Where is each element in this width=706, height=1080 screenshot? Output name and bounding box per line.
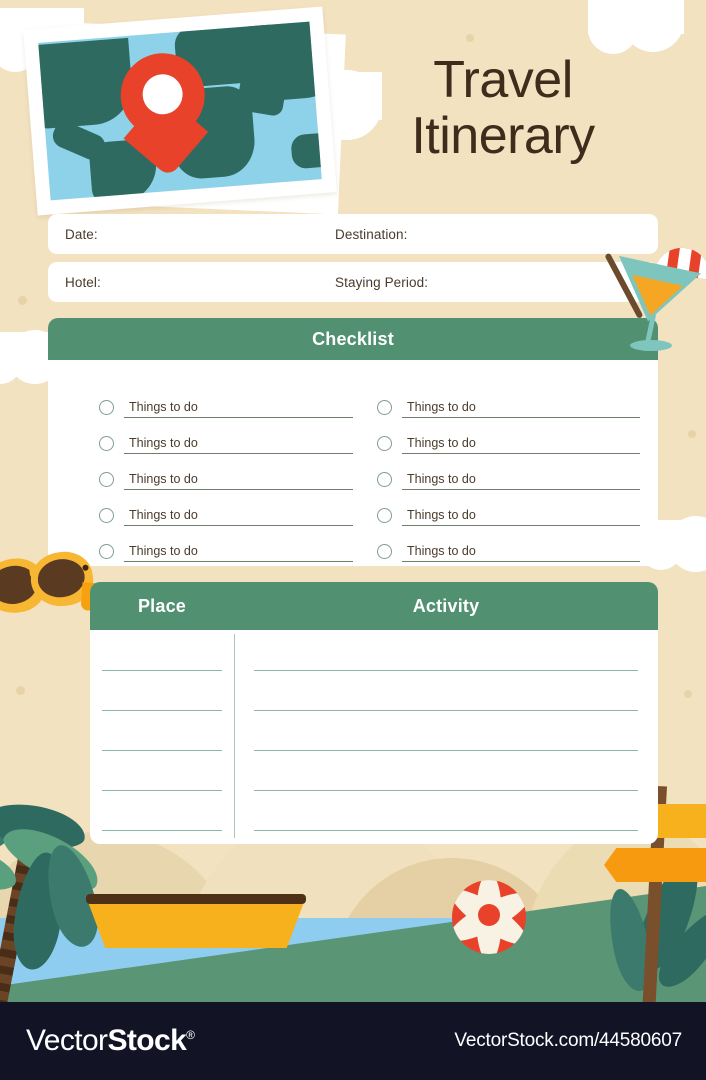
continent-middle-east bbox=[235, 69, 288, 118]
checkbox-icon[interactable] bbox=[377, 436, 392, 451]
staying-period-label: Staying Period: bbox=[335, 274, 429, 290]
checklist-item-label[interactable]: Things to do bbox=[402, 472, 640, 490]
checklist-item-label[interactable]: Things to do bbox=[124, 544, 353, 562]
checklist-heading: Checklist bbox=[312, 328, 394, 349]
checklist-item-label[interactable]: Things to do bbox=[402, 508, 640, 526]
checklist-item-label[interactable]: Things to do bbox=[402, 544, 640, 562]
signpost-arrow bbox=[604, 848, 706, 882]
table-header-place: Place bbox=[137, 595, 187, 616]
brand-part1: Vector bbox=[26, 1024, 108, 1057]
watermark-footer: VectorStock® VectorStock.com/44580607 bbox=[0, 1002, 706, 1080]
decor-dot bbox=[16, 686, 25, 695]
page-title: Travel Itinerary bbox=[338, 52, 668, 164]
cloud-icon bbox=[588, 0, 684, 54]
checklist-item-label[interactable]: Things to do bbox=[124, 400, 353, 418]
map-pin-icon bbox=[117, 50, 211, 178]
foliage-leaf bbox=[601, 885, 659, 995]
sand-dune bbox=[0, 832, 240, 972]
hotel-label: Hotel: bbox=[65, 274, 101, 290]
table-column-divider bbox=[234, 634, 236, 838]
foliage-leaf bbox=[627, 852, 706, 978]
checkbox-icon[interactable] bbox=[99, 472, 114, 487]
table-row[interactable] bbox=[102, 750, 222, 751]
table-row[interactable] bbox=[102, 710, 222, 711]
table-header-activity: Activity bbox=[412, 595, 480, 616]
checklist-item-label[interactable]: Things to do bbox=[124, 472, 353, 490]
continent-oceania bbox=[290, 131, 322, 170]
checklist-item[interactable]: Things to do bbox=[66, 418, 353, 454]
checklist-item[interactable]: Things to do bbox=[66, 490, 353, 526]
sand-dune bbox=[332, 858, 572, 978]
checklist-item-label[interactable]: Things to do bbox=[402, 436, 640, 454]
vectorstock-url: VectorStock.com/44580607 bbox=[454, 1030, 682, 1051]
field-row-hotel-period[interactable]: Hotel: Staying Period: bbox=[48, 262, 658, 302]
decor-dot bbox=[684, 690, 692, 698]
sand-dune bbox=[520, 820, 706, 980]
table-row[interactable] bbox=[102, 670, 222, 671]
cocktail-glass-icon bbox=[598, 244, 706, 360]
beach-ball-icon bbox=[452, 880, 526, 954]
palm-frond bbox=[38, 840, 106, 952]
table-header: Place Activity bbox=[90, 582, 658, 630]
table-row[interactable] bbox=[102, 790, 222, 791]
checklist-column-left: Things to do Things to do Things to do T… bbox=[66, 382, 353, 562]
table-column-activity[interactable] bbox=[234, 630, 658, 844]
table-row[interactable] bbox=[102, 830, 222, 831]
brand-part2: Stock bbox=[107, 1024, 187, 1057]
checklist-column-right: Things to do Things to do Things to do T… bbox=[353, 382, 640, 562]
table-row[interactable] bbox=[254, 710, 638, 711]
table-row[interactable] bbox=[254, 750, 638, 751]
decor-dot bbox=[466, 34, 474, 42]
checkbox-icon[interactable] bbox=[377, 472, 392, 487]
registered-mark-icon: ® bbox=[186, 1028, 195, 1042]
boat-icon bbox=[86, 888, 306, 950]
checklist-item-label[interactable]: Things to do bbox=[402, 400, 640, 418]
decor-dot bbox=[688, 430, 696, 438]
checkbox-icon[interactable] bbox=[377, 544, 392, 559]
palm-frond bbox=[0, 797, 89, 855]
checklist-item[interactable]: Things to do bbox=[353, 418, 640, 454]
page-title-line2: Itinerary bbox=[411, 107, 595, 166]
travel-itinerary-template: Travel Itinerary Date: Destination: Hote… bbox=[0, 0, 706, 1080]
vectorstock-logo: VectorStock® bbox=[26, 1024, 195, 1058]
decor-dot bbox=[576, 868, 584, 876]
checklist-item-label[interactable]: Things to do bbox=[124, 508, 353, 526]
checkbox-icon[interactable] bbox=[377, 400, 392, 415]
table-row[interactable] bbox=[254, 790, 638, 791]
checklist-item[interactable]: Things to do bbox=[66, 382, 353, 418]
field-row-date-destination[interactable]: Date: Destination: bbox=[48, 214, 658, 254]
palm-frond bbox=[0, 801, 24, 875]
photo-card bbox=[23, 6, 337, 216]
grass bbox=[0, 886, 706, 1002]
water bbox=[0, 918, 706, 1002]
foliage-leaf bbox=[649, 900, 706, 996]
checkbox-icon[interactable] bbox=[99, 508, 114, 523]
checkbox-icon[interactable] bbox=[99, 436, 114, 451]
checklist-item[interactable]: Things to do bbox=[353, 526, 640, 562]
checklist-item[interactable]: Things to do bbox=[353, 382, 640, 418]
checklist-item[interactable]: Things to do bbox=[66, 454, 353, 490]
checklist-card: Checklist Things to do Things to do Thin… bbox=[48, 318, 658, 566]
page-title-line1: Travel bbox=[433, 51, 573, 109]
palm-frond bbox=[8, 849, 70, 973]
checklist-item-label[interactable]: Things to do bbox=[124, 436, 353, 454]
date-label: Date: bbox=[65, 226, 98, 242]
checkbox-icon[interactable] bbox=[377, 508, 392, 523]
checklist-item[interactable]: Things to do bbox=[353, 454, 640, 490]
table-column-place[interactable] bbox=[90, 630, 234, 844]
table-row[interactable] bbox=[254, 670, 638, 671]
decor-dot bbox=[18, 296, 27, 305]
place-activity-table: Place Activity bbox=[90, 582, 658, 844]
table-row[interactable] bbox=[254, 830, 638, 831]
checkbox-icon[interactable] bbox=[99, 400, 114, 415]
palm-frond bbox=[0, 836, 22, 898]
checklist-item[interactable]: Things to do bbox=[353, 490, 640, 526]
table-body bbox=[90, 630, 658, 844]
checklist-header: Checklist bbox=[48, 318, 658, 360]
destination-label: Destination: bbox=[335, 226, 408, 242]
